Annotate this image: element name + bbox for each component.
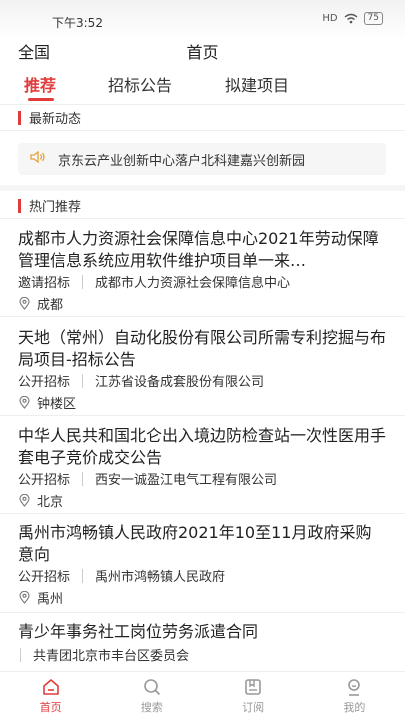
location-pin-icon	[19, 591, 30, 604]
news-ticker[interactable]: 京东云产业创新中心落户北科建嘉兴创新园	[18, 143, 386, 175]
section-latest-title: 最新动态	[29, 112, 82, 127]
item-type: 公开招标	[18, 473, 71, 488]
meta-separator	[82, 373, 84, 388]
item-meta: 公开招标 西安一诚盈江电气工程有限公司	[18, 469, 277, 488]
divider	[0, 513, 405, 514]
bottom-nav: 首页 搜索 订阅 我的	[0, 671, 405, 720]
item-org: 禹州市鸿畅镇人民政府	[95, 570, 226, 585]
item-title: 天地（常州）自动化股份有限公司所需专利挖掘与布局项目-招标公告	[18, 328, 387, 369]
section-hot: 热门推荐	[18, 196, 81, 215]
section-latest: 最新动态	[18, 108, 81, 127]
nav-search-label: 搜索	[140, 701, 163, 714]
item-location: 成都	[18, 294, 63, 313]
page-title: 首页	[186, 43, 219, 62]
tab-bar: 推荐 招标公告 拟建项目	[0, 70, 405, 105]
tab-recommend[interactable]: 推荐	[24, 72, 56, 96]
nav-subscribe[interactable]: 订阅	[203, 672, 304, 720]
list-item[interactable]: 青少年事务社工岗位劳务派遣合同 共青团北京市丰台区委员会	[0, 621, 405, 671]
item-title: 成都市人力资源社会保障信息中心2021年劳动保障管理信息系统应用软件维护项目单一…	[18, 229, 379, 270]
signal-icon: HD	[322, 13, 338, 24]
active-tab-indicator	[28, 98, 54, 101]
profile-icon	[348, 679, 361, 696]
item-meta: 邀请招标 成都市人力资源社会保障信息中心	[18, 272, 290, 291]
item-meta: 公开招标 江苏省设备成套股份有限公司	[18, 371, 264, 390]
list-item[interactable]: 成都市人力资源社会保障信息中心2021年劳动保障管理信息系统应用软件维护项目单一…	[0, 228, 405, 318]
location-pin-icon	[19, 396, 30, 409]
item-org: 成都市人力资源社会保障信息中心	[95, 276, 291, 291]
divider	[0, 130, 405, 131]
list-item[interactable]: 天地（常州）自动化股份有限公司所需专利挖掘与布局项目-招标公告 公开招标 江苏省…	[0, 327, 405, 417]
status-bar: 下午3:52 HD 75	[0, 0, 405, 40]
item-location-text: 禹州	[37, 592, 64, 607]
section-gap	[0, 185, 405, 191]
section-marker	[18, 198, 21, 213]
meta-separator	[20, 647, 21, 662]
search-icon	[144, 679, 160, 696]
nav-search[interactable]: 搜索	[101, 672, 202, 720]
list-item[interactable]: 中华人民共和国北仑出入境边防检查站一次性医用手套电子竞价成交公告 公开招标 西安…	[0, 425, 405, 515]
home-icon	[42, 679, 59, 695]
item-org: 共青团北京市丰台区委员会	[33, 649, 190, 664]
nav-profile[interactable]: 我的	[304, 672, 405, 720]
meta-separator	[82, 568, 84, 583]
section-marker	[18, 110, 21, 125]
item-meta: 公开招标 禹州市鸿畅镇人民政府	[18, 566, 225, 585]
item-location: 北京	[18, 491, 63, 510]
tab-proposed-projects[interactable]: 拟建项目	[225, 72, 289, 96]
item-location-text: 北京	[37, 495, 64, 510]
item-title: 青少年事务社工岗位劳务派遣合同	[18, 622, 259, 641]
item-title: 禹州市鸿畅镇人民政府2021年10至11月政府采购意向	[18, 523, 372, 564]
battery-icon: 75	[363, 12, 383, 25]
top-nav: 全国 首页	[0, 40, 405, 70]
list-item[interactable]: 禹州市鸿畅镇人民政府2021年10至11月政府采购意向 公开招标 禹州市鸿畅镇人…	[0, 522, 405, 612]
status-icons: HD 75	[322, 12, 383, 25]
tab-tender-notice[interactable]: 招标公告	[108, 72, 172, 96]
item-location: 禹州	[18, 588, 63, 607]
item-type: 邀请招标	[18, 276, 71, 291]
item-org: 西安一诚盈江电气工程有限公司	[95, 473, 278, 488]
nav-home-label: 首页	[39, 701, 62, 714]
item-type: 公开招标	[18, 570, 71, 585]
meta-separator	[82, 274, 84, 289]
divider	[0, 612, 405, 613]
nav-profile-label: 我的	[343, 701, 366, 714]
item-location-text: 钟楼区	[37, 397, 77, 412]
divider	[0, 415, 405, 416]
item-org: 江苏省设备成套股份有限公司	[95, 375, 265, 390]
item-title: 中华人民共和国北仑出入境边防检查站一次性医用手套电子竞价成交公告	[18, 426, 387, 467]
nav-subscribe-label: 订阅	[242, 701, 265, 714]
item-meta: 共青团北京市丰台区委员会	[18, 645, 189, 664]
subscribe-icon	[245, 679, 261, 695]
news-ticker-text: 京东云产业创新中心落户北科建嘉兴创新园	[58, 153, 306, 169]
status-time: 下午3:52	[52, 16, 103, 30]
meta-separator	[82, 471, 84, 486]
speaker-icon	[30, 150, 54, 168]
divider	[0, 218, 405, 219]
location-pin-icon	[19, 494, 30, 507]
divider	[0, 316, 405, 317]
item-location-text: 成都	[37, 298, 64, 313]
item-type: 公开招标	[18, 375, 71, 390]
item-location: 钟楼区	[18, 393, 76, 412]
location-pin-icon	[19, 297, 30, 310]
wifi-icon	[344, 13, 357, 24]
section-hot-title: 热门推荐	[29, 200, 82, 215]
nav-home[interactable]: 首页	[0, 672, 101, 720]
